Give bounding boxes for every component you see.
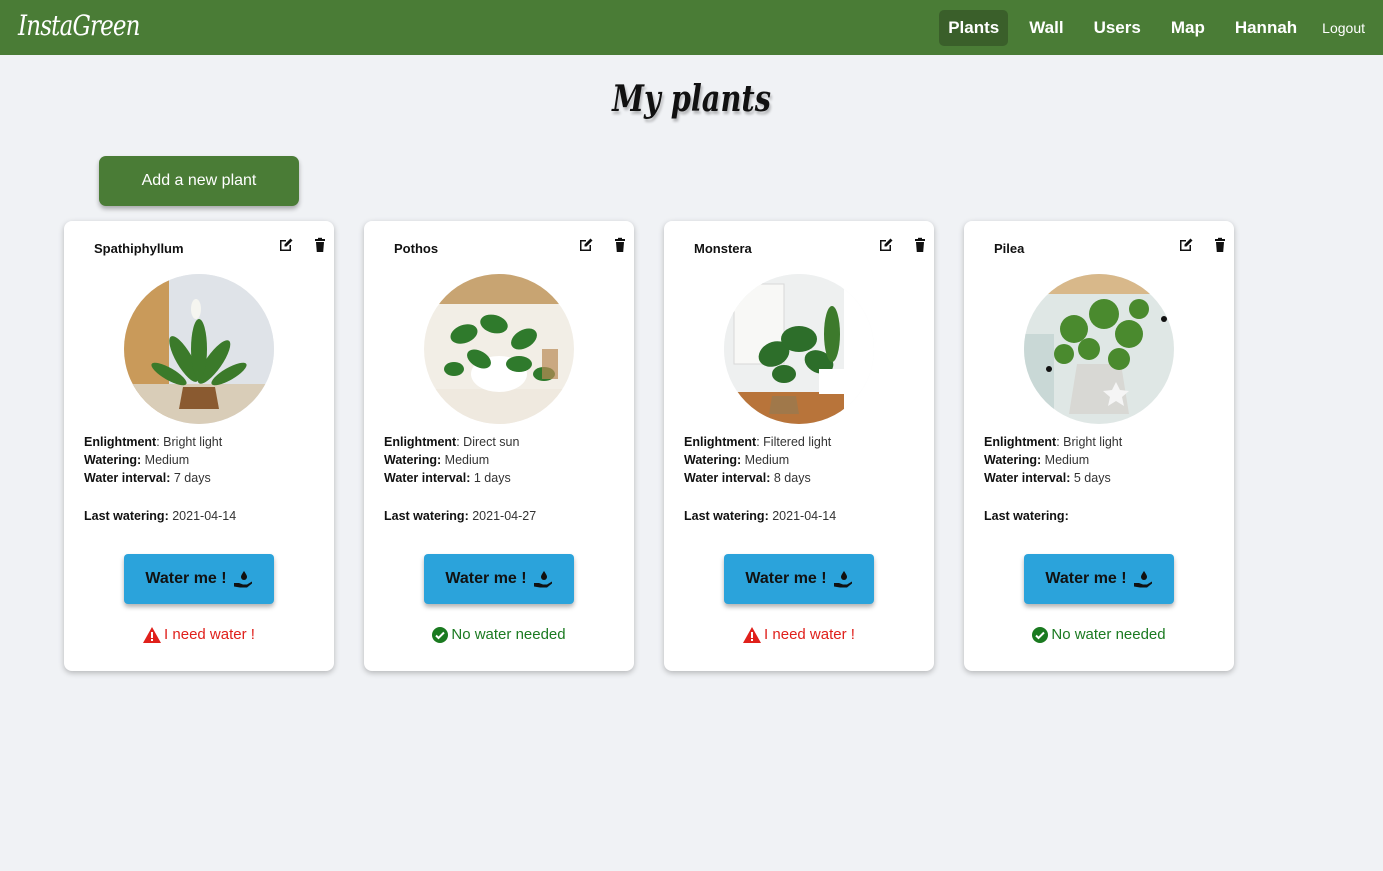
last-watering-value: 2021-04-14 (772, 509, 837, 523)
nav-map[interactable]: Map (1162, 10, 1214, 46)
watering-value: Medium (144, 453, 190, 467)
status-message: I need water ! (64, 626, 334, 643)
plant-card: Pilea Enlightment: Bright light Watering… (964, 221, 1234, 671)
hand-water-icon (1133, 571, 1152, 588)
watering-label: Watering: (384, 453, 442, 467)
water-button-label: Water me ! (745, 570, 827, 587)
enlightment-label: Enlightment (384, 435, 457, 449)
status-text: I need water ! (164, 626, 255, 643)
interval-label: Water interval: (84, 471, 171, 485)
watering-label: Watering: (84, 453, 142, 467)
plant-name: Pilea (994, 241, 1025, 256)
last-watering-value: 2021-04-14 (172, 509, 237, 523)
water-button[interactable]: Water me ! (124, 554, 274, 604)
edit-icon[interactable] (1178, 237, 1194, 253)
interval-value: 8 days (773, 471, 811, 485)
status-text: I need water ! (764, 626, 855, 643)
plant-info: Enlightment: Bright light Watering: Medi… (984, 435, 1123, 485)
last-watering: Last watering: 2021-04-14 (684, 509, 836, 523)
check-circle-icon (432, 626, 449, 643)
nav-wall[interactable]: Wall (1020, 10, 1072, 46)
warning-icon (143, 626, 162, 643)
enlightment-label: Enlightment (84, 435, 157, 449)
last-watering: Last watering: 2021-04-14 (84, 509, 236, 523)
plant-name: Spathiphyllum (94, 241, 184, 256)
watering-value: Medium (1044, 453, 1090, 467)
hand-water-icon (233, 571, 252, 588)
nav-users[interactable]: Users (1085, 10, 1150, 46)
trash-icon[interactable] (1212, 237, 1228, 253)
edit-icon[interactable] (278, 237, 294, 253)
plant-name: Pothos (394, 241, 439, 256)
watering-label: Watering: (984, 453, 1042, 467)
interval-label: Water interval: (384, 471, 471, 485)
enlightment-value: Bright light (1063, 435, 1123, 449)
interval-value: 5 days (1073, 471, 1111, 485)
plant-info: Enlightment: Filtered light Watering: Me… (684, 435, 832, 485)
water-button-label: Water me ! (1045, 570, 1127, 587)
check-circle-icon (1032, 626, 1049, 643)
interval-value: 1 days (473, 471, 511, 485)
logout-link[interactable]: Logout (1322, 20, 1365, 36)
navbar: InstaGreen Plants Wall Users Map Hannah … (0, 0, 1383, 55)
nav-links: Plants Wall Users Map Hannah Logout (939, 0, 1383, 55)
plant-card: Spathiphyllum Enlightment: Bright light … (64, 221, 334, 671)
interval-label: Water interval: (684, 471, 771, 485)
enlightment-value: Bright light (163, 435, 223, 449)
plant-photo (424, 274, 574, 424)
water-button-label: Water me ! (145, 570, 227, 587)
status-text: No water needed (451, 626, 566, 643)
watering-label: Watering: (684, 453, 742, 467)
plant-info: Enlightment: Direct sun Watering: Medium… (384, 435, 520, 485)
status-message: No water needed (364, 626, 634, 643)
brand-logo[interactable]: InstaGreen (18, 9, 140, 42)
status-message: I need water ! (664, 626, 934, 643)
last-watering-label: Last watering: (384, 509, 469, 523)
status-text: No water needed (1051, 626, 1166, 643)
enlightment-value: Filtered light (763, 435, 832, 449)
edit-icon[interactable] (578, 237, 594, 253)
water-button[interactable]: Water me ! (1024, 554, 1174, 604)
plant-name: Monstera (694, 241, 752, 256)
plant-photo (1024, 274, 1174, 424)
last-watering-label: Last watering: (84, 509, 169, 523)
last-watering-label: Last watering: (684, 509, 769, 523)
last-watering-value: 2021-04-27 (472, 509, 537, 523)
nav-user-hannah[interactable]: Hannah (1226, 10, 1306, 46)
trash-icon[interactable] (912, 237, 928, 253)
nav-plants[interactable]: Plants (939, 9, 1009, 46)
water-button-label: Water me ! (445, 570, 527, 587)
edit-icon[interactable] (878, 237, 894, 253)
trash-icon[interactable] (612, 237, 628, 253)
add-plant-button[interactable]: Add a new plant (99, 156, 299, 206)
watering-value: Medium (444, 453, 490, 467)
water-button[interactable]: Water me ! (724, 554, 874, 604)
plant-card: Pothos Enlightment: Direct sun Watering:… (364, 221, 634, 671)
enlightment-label: Enlightment (984, 435, 1057, 449)
watering-value: Medium (744, 453, 790, 467)
warning-icon (743, 626, 762, 643)
last-watering-label: Last watering: (984, 509, 1069, 523)
hand-water-icon (833, 571, 852, 588)
hand-water-icon (533, 571, 552, 588)
plant-photo (724, 274, 874, 424)
interval-value: 7 days (173, 471, 211, 485)
plant-card: Monstera Enlightment: Filtered light Wat… (664, 221, 934, 671)
trash-icon[interactable] (312, 237, 328, 253)
page-title: My plants (612, 78, 771, 120)
plant-info: Enlightment: Bright light Watering: Medi… (84, 435, 223, 485)
last-watering: Last watering: 2021-04-27 (384, 509, 536, 523)
interval-label: Water interval: (984, 471, 1071, 485)
plant-photo (124, 274, 274, 424)
last-watering: Last watering: (984, 509, 1069, 523)
enlightment-value: Direct sun (463, 435, 520, 449)
water-button[interactable]: Water me ! (424, 554, 574, 604)
status-message: No water needed (964, 626, 1234, 643)
enlightment-label: Enlightment (684, 435, 757, 449)
